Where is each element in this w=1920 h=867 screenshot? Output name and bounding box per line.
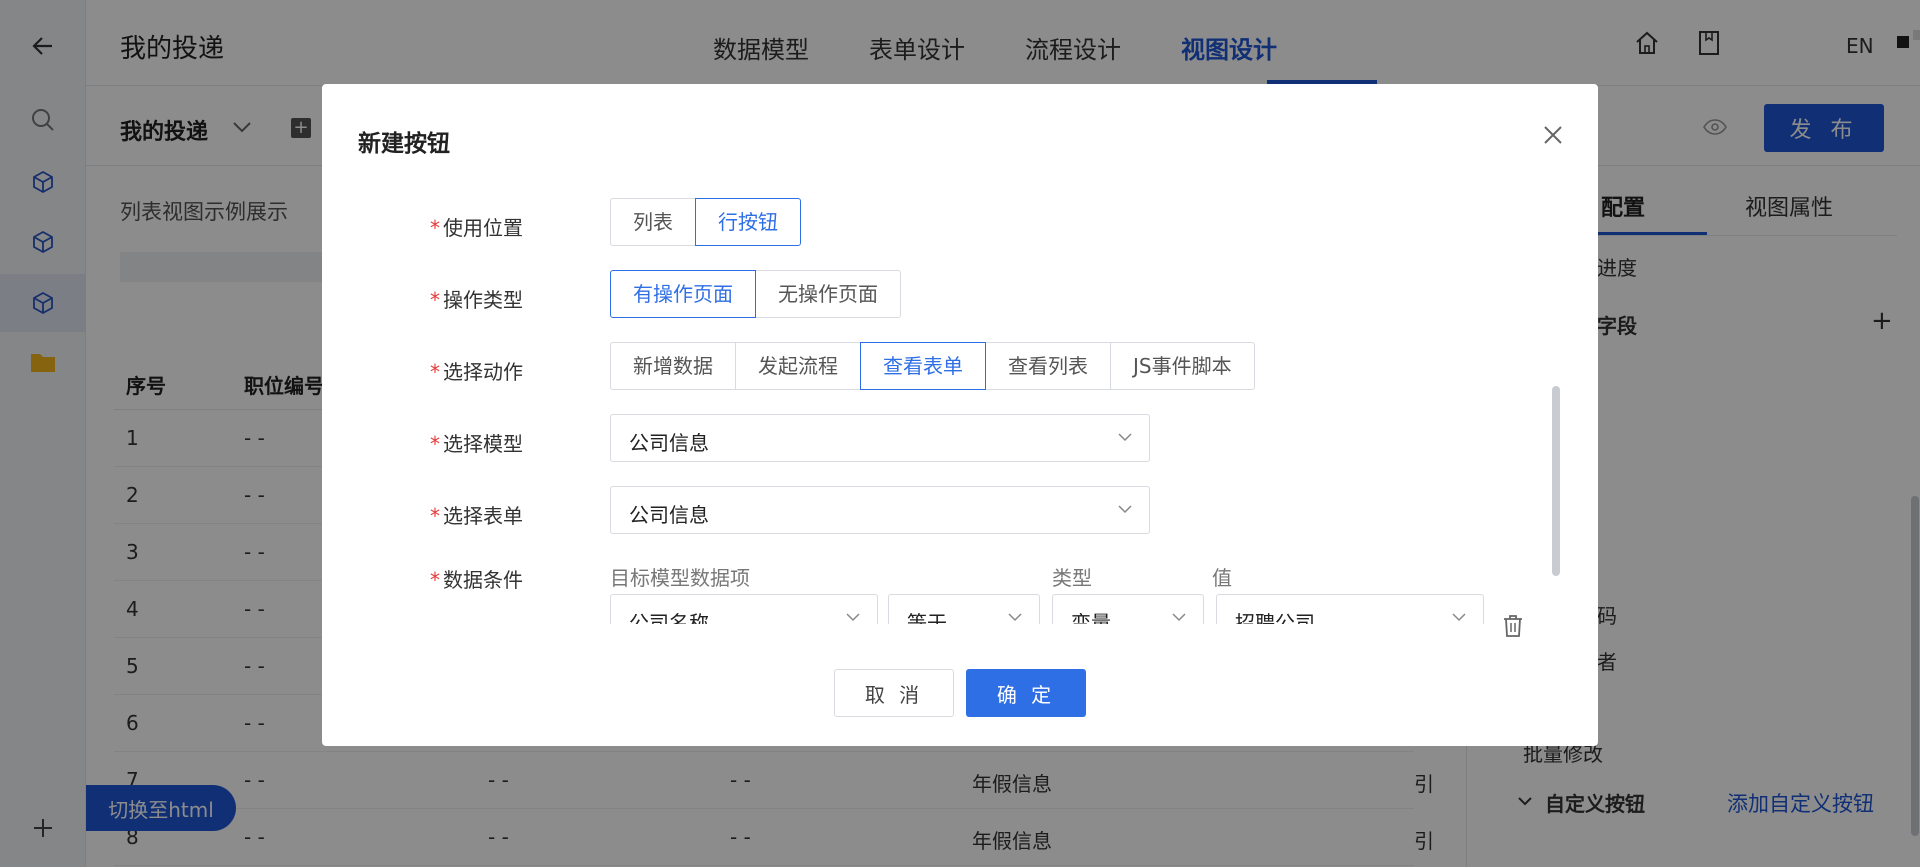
confirm-button[interactable]: 确 定	[966, 669, 1086, 717]
required-mark: *	[430, 568, 440, 592]
field-label: * 选择动作	[430, 356, 523, 385]
select-value: 变量	[1071, 611, 1111, 624]
option-start-flow[interactable]: 发起流程	[735, 342, 861, 390]
condition-column-header: 目标模型数据项	[610, 566, 750, 590]
chevron-down-icon	[1117, 501, 1133, 522]
cancel-button[interactable]: 取 消	[834, 669, 954, 717]
select-value: 公司信息	[629, 431, 709, 455]
select-value: 等于	[907, 611, 947, 624]
condition-field-select[interactable]: 公司名称	[610, 594, 878, 624]
form-select[interactable]: 公司信息	[610, 486, 1150, 534]
select-value: 招聘公司	[1235, 611, 1315, 624]
option-view-list[interactable]: 查看列表	[985, 342, 1111, 390]
option-with-page[interactable]: 有操作页面	[610, 270, 756, 318]
model-select[interactable]: 公司信息	[610, 414, 1150, 462]
option-view-form[interactable]: 查看表单	[860, 342, 986, 390]
required-mark: *	[430, 504, 440, 528]
chevron-down-icon	[1451, 609, 1467, 624]
trash-icon[interactable]	[1502, 614, 1524, 643]
option-list[interactable]: 列表	[610, 198, 696, 246]
required-mark: *	[430, 432, 440, 456]
condition-value-select[interactable]: 招聘公司	[1216, 594, 1484, 624]
scrollbar[interactable]	[1552, 386, 1560, 576]
field-label: * 使用位置	[430, 212, 523, 241]
field-label: * 选择表单	[430, 500, 523, 529]
required-mark: *	[430, 216, 440, 240]
op-type-label: 操作类型	[443, 288, 523, 312]
form-label: 选择表单	[443, 504, 523, 528]
condition-column-header: 值	[1212, 566, 1232, 590]
action-segmented: 新增数据 发起流程 查看表单 查看列表 JS事件脚本	[610, 342, 1255, 390]
option-row-button[interactable]: 行按钮	[695, 198, 801, 246]
dialog-title: 新建按钮	[358, 131, 450, 157]
chevron-down-icon	[845, 609, 861, 624]
position-label: 使用位置	[443, 216, 523, 240]
required-mark: *	[430, 360, 440, 384]
chevron-down-icon	[1007, 609, 1023, 624]
required-mark: *	[430, 288, 440, 312]
position-segmented: 列表 行按钮	[610, 198, 801, 246]
option-without-page[interactable]: 无操作页面	[755, 270, 901, 318]
condition-label: 数据条件	[443, 568, 523, 592]
condition-type-select[interactable]: 变量	[1052, 594, 1204, 624]
op-type-segmented: 有操作页面 无操作页面	[610, 270, 901, 318]
option-add-data[interactable]: 新增数据	[610, 342, 736, 390]
condition-operator-select[interactable]: 等于	[888, 594, 1040, 624]
select-value: 公司名称	[629, 611, 709, 624]
chevron-down-icon	[1117, 429, 1133, 450]
field-label: * 数据条件	[430, 564, 523, 593]
model-label: 选择模型	[443, 432, 523, 456]
close-icon[interactable]	[1542, 124, 1566, 148]
condition-row: 公司名称 等于 变量 招聘公司	[322, 594, 1598, 624]
new-button-dialog: 新建按钮 * 使用位置 列表 行按钮 * 操作类型 有操作页面 无操作页面 * 选择动…	[322, 84, 1598, 746]
action-label: 选择动作	[443, 360, 523, 384]
chevron-down-icon	[1171, 609, 1187, 624]
field-label: * 选择模型	[430, 428, 523, 457]
option-js-script[interactable]: JS事件脚本	[1110, 342, 1255, 390]
condition-column-header: 类型	[1052, 566, 1092, 590]
select-value: 公司信息	[629, 503, 709, 527]
field-label: * 操作类型	[430, 284, 523, 313]
